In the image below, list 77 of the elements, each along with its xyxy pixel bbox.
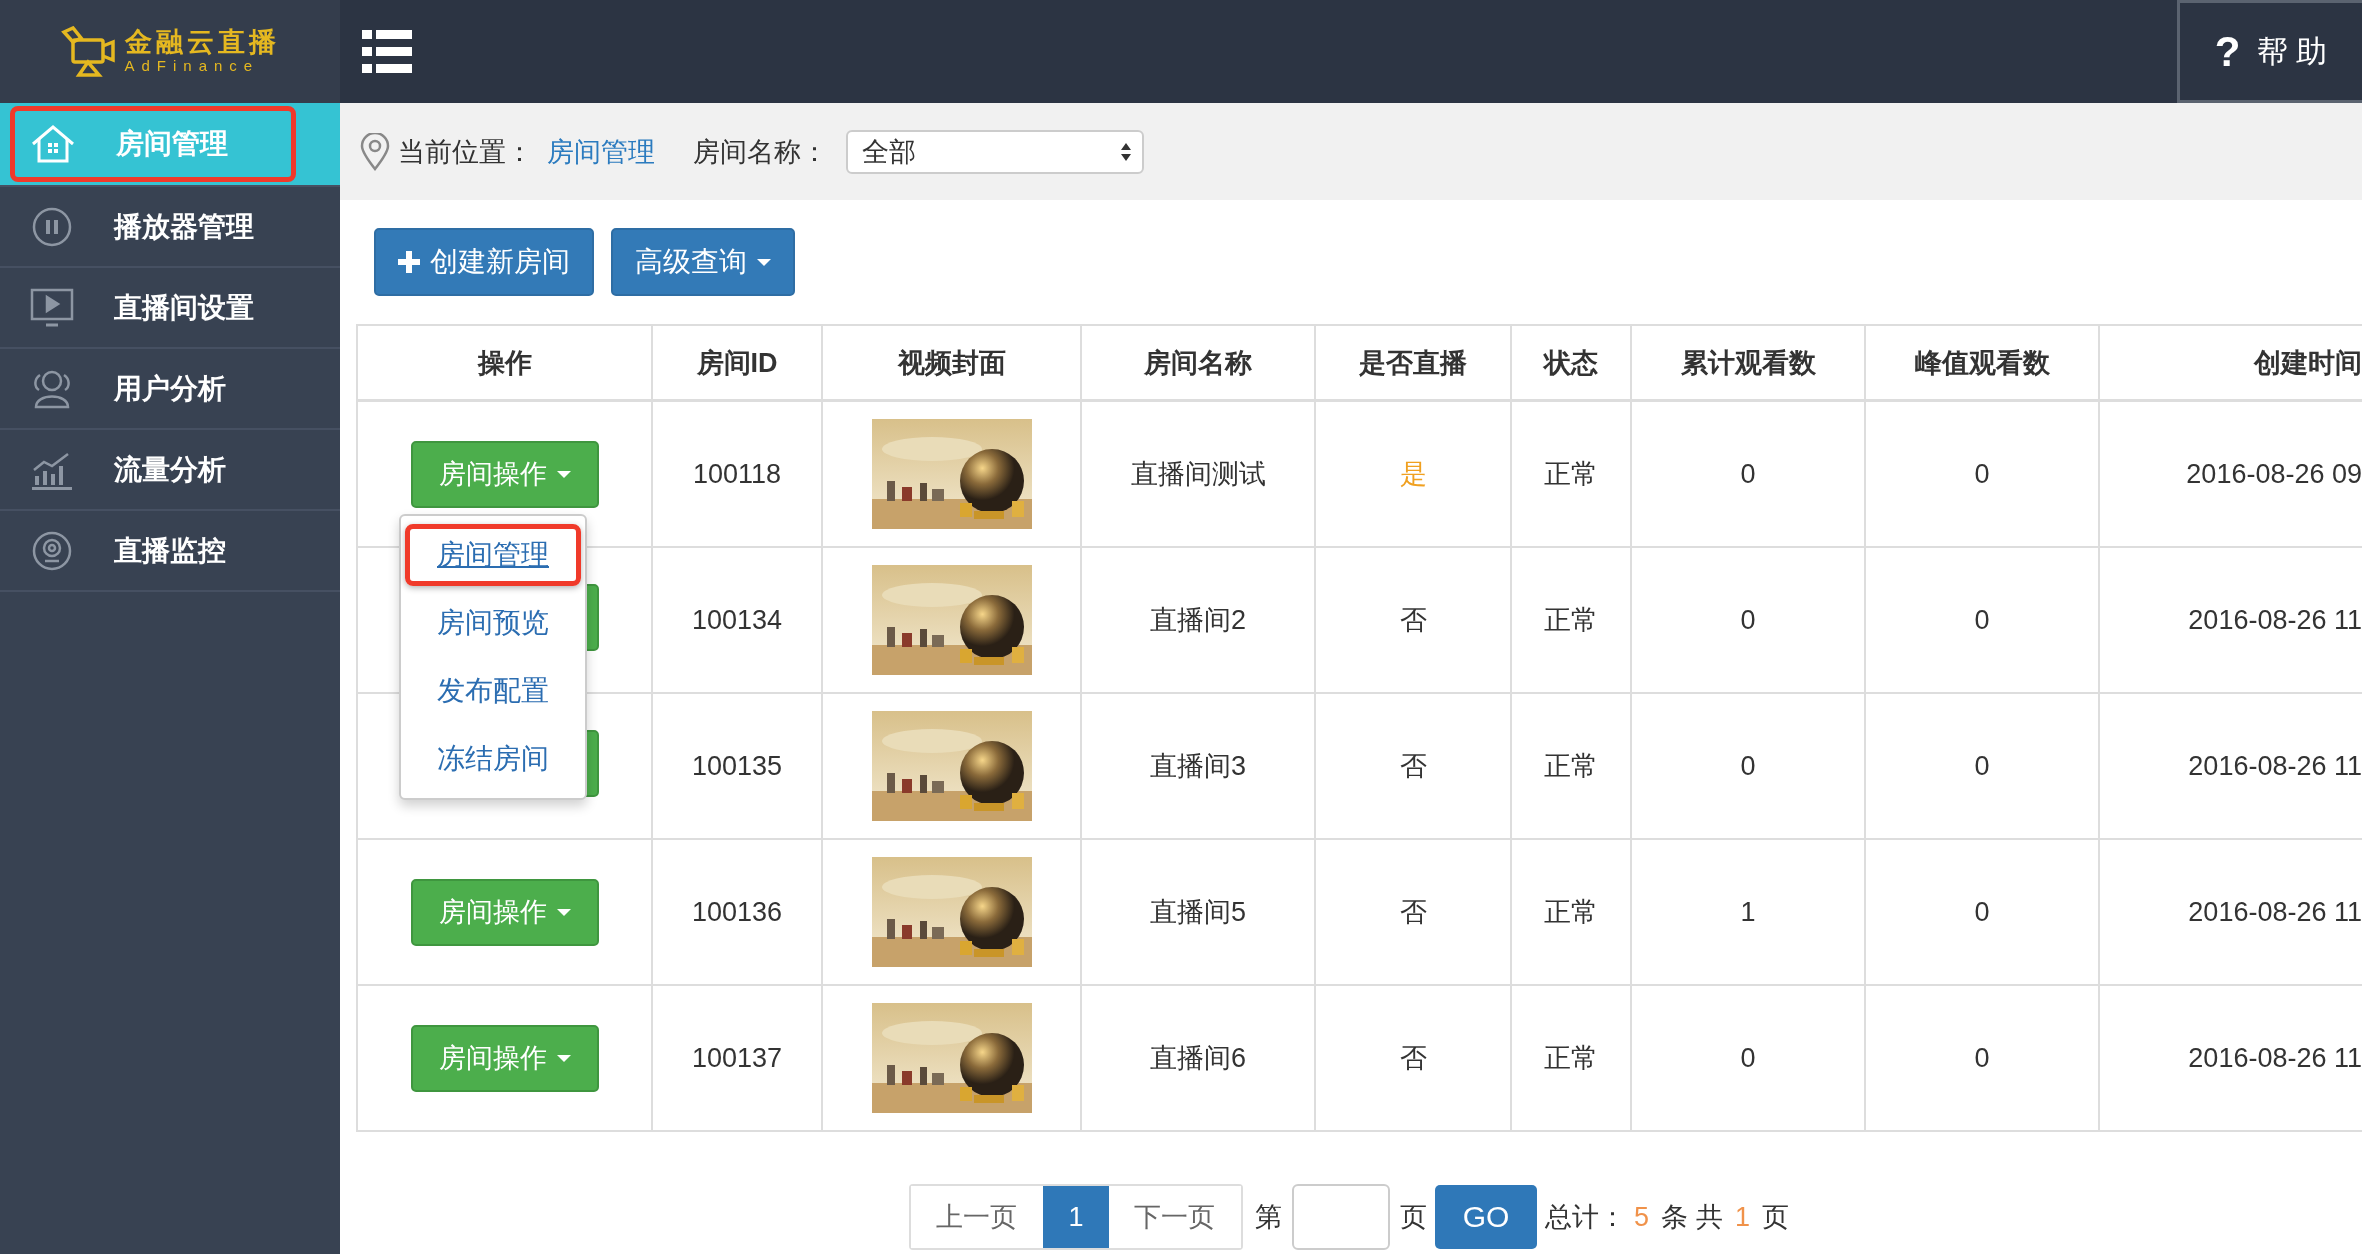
table-cell: 正常 <box>1511 985 1631 1131</box>
sidebar-label: 房间管理 <box>116 127 228 161</box>
table-cell: 正常 <box>1511 839 1631 985</box>
table-cell: 直播间5 <box>1081 839 1315 985</box>
table-cell: 否 <box>1315 693 1511 839</box>
table-cell: 直播间6 <box>1081 985 1315 1131</box>
sidebar-label: 播放器管理 <box>114 209 254 244</box>
table-cell: 正常 <box>1511 400 1631 547</box>
pause-icon <box>30 206 74 247</box>
menu-icon[interactable] <box>362 27 412 76</box>
table-cell: 0 <box>1865 400 2099 547</box>
logo-subtitle: AdFinance <box>124 58 261 75</box>
room-actions-button[interactable]: 房间操作 <box>410 1024 599 1092</box>
sidebar-label: 用户分析 <box>114 371 226 406</box>
table-cell: 直播间测试 <box>1081 400 1315 547</box>
table-cell: 100118 <box>652 400 822 547</box>
table-cell: 否 <box>1315 839 1511 985</box>
page-input[interactable] <box>1291 1184 1390 1250</box>
create-room-button[interactable]: 创建新房间 <box>374 228 594 296</box>
breadcrumb-label: 当前位置： <box>398 135 533 169</box>
house-icon <box>30 124 76 164</box>
table-cell: 1 <box>1631 839 1865 985</box>
column-header: 状态 <box>1511 325 1631 401</box>
column-header: 是否直播 <box>1315 325 1511 401</box>
sidebar-label: 流量分析 <box>114 452 226 487</box>
table-cell: 0 <box>1865 839 2099 985</box>
room-actions-button[interactable]: 房间操作 <box>410 878 599 946</box>
column-header: 房间ID <box>652 325 822 401</box>
sidebar-label: 直播监控 <box>114 533 226 568</box>
room-select[interactable]: 全部 <box>846 129 1144 174</box>
table-cell: 直播间2 <box>1081 547 1315 693</box>
table-cell: 100137 <box>652 985 822 1131</box>
table-cell: 是 <box>1315 400 1511 547</box>
page-input-suffix: 页 <box>1399 1201 1427 1234</box>
table-cell: 0 <box>1631 985 1865 1131</box>
table-cell: 0 <box>1865 547 2099 693</box>
page-count: 1 <box>1735 1201 1751 1233</box>
column-header: 房间名称 <box>1081 325 1315 401</box>
sidebar-label: 直播间设置 <box>114 290 254 325</box>
page-button[interactable]: 1 <box>1042 1186 1109 1248</box>
breadcrumb-link[interactable]: 房间管理 <box>547 133 655 170</box>
table-cell: 100134 <box>652 547 822 693</box>
column-header: 累计观看数 <box>1631 325 1865 401</box>
help-button[interactable]: ? 帮 助 <box>2177 0 2362 103</box>
webcam-icon <box>30 530 74 571</box>
filter-label: 房间名称： <box>693 135 828 169</box>
table-cell: 否 <box>1315 547 1511 693</box>
table-cell: 直播间3 <box>1081 693 1315 839</box>
table-cell: 0 <box>1865 693 2099 839</box>
table-cell: 正常 <box>1511 693 1631 839</box>
column-header: 视频封面 <box>822 325 1081 401</box>
column-header: 峰值观看数 <box>1865 325 2099 401</box>
table-cell: 正常 <box>1511 547 1631 693</box>
menu-item[interactable]: 房间管理 <box>405 524 581 586</box>
count-unit: 条 <box>1661 1201 1688 1234</box>
table-cell: 100136 <box>652 839 822 985</box>
table-cell: 否 <box>1315 985 1511 1131</box>
go-button[interactable]: GO <box>1434 1185 1537 1249</box>
column-header: 创建时间 <box>2099 325 2362 401</box>
room-actions-button[interactable]: 房间操作 <box>410 440 599 508</box>
menu-item[interactable]: 发布配置 <box>405 660 581 722</box>
advanced-search-button[interactable]: 高级查询 <box>611 228 795 296</box>
location-pin-icon <box>360 132 390 171</box>
page-input-prefix: 第 <box>1254 1201 1282 1234</box>
column-header: 操作 <box>357 325 652 401</box>
total-label: 总计： <box>1544 1201 1626 1234</box>
monitor-icon <box>30 287 74 328</box>
table-cell: 100135 <box>652 693 822 839</box>
logo-title: 金融云直播 <box>124 28 280 59</box>
table-cell: 0 <box>1631 693 1865 839</box>
pages-unit: 页 <box>1762 1201 1790 1234</box>
table-cell: 0 <box>1865 985 2099 1131</box>
total-count: 5 <box>1633 1201 1649 1233</box>
table-cell: 0 <box>1631 547 1865 693</box>
table-cell: 0 <box>1631 400 1865 547</box>
pages-label: 共 <box>1696 1201 1723 1234</box>
plus-icon <box>398 251 420 273</box>
